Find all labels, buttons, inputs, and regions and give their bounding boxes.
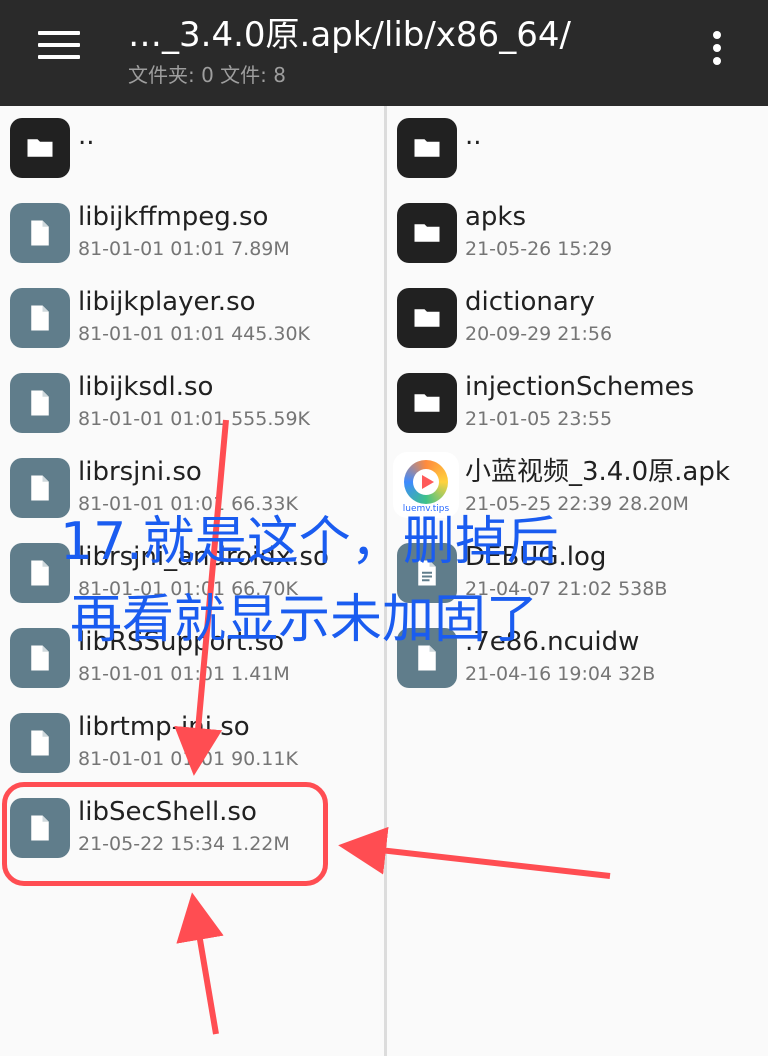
apk-app-icon: luemv.tips	[393, 452, 459, 518]
list-item-name: ..	[78, 121, 95, 151]
list-item-name: librtmp-jni.so	[78, 712, 250, 742]
file-icon	[10, 628, 70, 688]
list-item-meta: 21-05-22 15:34 1.22M	[78, 833, 290, 855]
file-icon	[10, 373, 70, 433]
list-item-file[interactable]: librsjni_androidx.so 81-01-01 01:01 66.7…	[0, 531, 384, 616]
list-item-name: librsjni.so	[78, 457, 202, 487]
file-icon	[10, 203, 70, 263]
list-item-meta: 81-01-01 01:01 7.89M	[78, 238, 290, 260]
folder-icon	[397, 288, 457, 348]
list-item-meta: 21-04-07 21:02 538B	[465, 578, 668, 600]
list-item-meta: 81-01-01 01:01 66.33K	[78, 493, 298, 515]
list-item-name: libijkffmpeg.so	[78, 202, 269, 232]
folder-icon	[397, 118, 457, 178]
list-item-name: libSecShell.so	[78, 797, 257, 827]
list-item-file[interactable]: libijkffmpeg.so 81-01-01 01:01 7.89M	[0, 191, 384, 276]
file-icon	[10, 713, 70, 773]
file-icon	[10, 798, 70, 858]
more-vert-icon[interactable]	[705, 28, 729, 68]
list-item-name: ..	[465, 121, 482, 151]
list-item-meta: 81-01-01 01:01 555.59K	[78, 408, 311, 430]
list-item-name: librsjni_androidx.so	[78, 542, 329, 572]
list-item-name: 小蓝视频_3.4.0原.apk	[465, 457, 730, 487]
left-file-pane: .. libijkffmpeg.so 81-01-01 01:01 7.89M …	[0, 106, 384, 1056]
list-item-folder[interactable]: dictionary 20-09-29 21:56	[387, 276, 768, 361]
right-file-pane: .. apks 21-05-26 15:29 dictionary 20-09-…	[387, 106, 768, 1056]
list-item-name: injectionSchemes	[465, 372, 695, 402]
folder-icon	[10, 118, 70, 178]
list-item-file-highlighted[interactable]: libSecShell.so 21-05-22 15:34 1.22M	[0, 786, 384, 871]
list-item-name: libijkplayer.so	[78, 287, 256, 317]
list-item-file[interactable]: libRSSupport.so 81-01-01 01:01 1.41M	[0, 616, 384, 701]
list-item-meta: 81-01-01 01:01 1.41M	[78, 663, 290, 685]
list-item-meta: 81-01-01 01:01 66.70K	[78, 578, 298, 600]
list-item-file[interactable]: libijkplayer.so 81-01-01 01:01 445.30K	[0, 276, 384, 361]
list-item-file[interactable]: librtmp-jni.so 81-01-01 01:01 90.11K	[0, 701, 384, 786]
list-item-meta: 21-01-05 23:55	[465, 408, 613, 430]
hamburger-menu-icon[interactable]	[38, 28, 82, 62]
top-app-bar: …_3.4.0原.apk/lib/x86_64/ 文件夹: 0 文件: 8	[0, 0, 768, 106]
list-item-parent-dir[interactable]: ..	[387, 106, 768, 191]
list-item-apk[interactable]: luemv.tips 小蓝视频_3.4.0原.apk 21-05-25 22:3…	[387, 446, 768, 531]
list-item-name: .7e86.ncuidw	[465, 627, 640, 657]
current-path-title[interactable]: …_3.4.0原.apk/lib/x86_64/	[128, 14, 571, 56]
list-item-file[interactable]: libijksdl.so 81-01-01 01:01 555.59K	[0, 361, 384, 446]
list-item-folder[interactable]: injectionSchemes 21-01-05 23:55	[387, 361, 768, 446]
list-item-parent-dir[interactable]: ..	[0, 106, 384, 191]
apk-icon-label: luemv.tips	[402, 504, 450, 514]
list-item-name: apks	[465, 202, 527, 232]
folder-icon	[397, 373, 457, 433]
list-item-meta: 21-05-25 22:39 28.20M	[465, 493, 689, 515]
list-item-meta: 21-05-26 15:29	[465, 238, 613, 260]
file-icon	[10, 288, 70, 348]
list-item-file[interactable]: librsjni.so 81-01-01 01:01 66.33K	[0, 446, 384, 531]
folder-file-count: 文件夹: 0 文件: 8	[128, 63, 286, 87]
list-item-meta: 81-01-01 01:01 445.30K	[78, 323, 311, 345]
list-item-name: DEBUG.log	[465, 542, 607, 572]
folder-icon	[397, 203, 457, 263]
document-icon	[397, 543, 457, 603]
list-item-name: libRSSupport.so	[78, 627, 285, 657]
list-item-name: libijksdl.so	[78, 372, 214, 402]
list-item-file[interactable]: DEBUG.log 21-04-07 21:02 538B	[387, 531, 768, 616]
list-item-file[interactable]: .7e86.ncuidw 21-04-16 19:04 32B	[387, 616, 768, 701]
file-icon	[397, 628, 457, 688]
list-item-meta: 81-01-01 01:01 90.11K	[78, 748, 298, 770]
file-icon	[10, 458, 70, 518]
list-item-folder[interactable]: apks 21-05-26 15:29	[387, 191, 768, 276]
list-item-meta: 20-09-29 21:56	[465, 323, 613, 345]
file-icon	[10, 543, 70, 603]
list-item-name: dictionary	[465, 287, 595, 317]
list-item-meta: 21-04-16 19:04 32B	[465, 663, 656, 685]
